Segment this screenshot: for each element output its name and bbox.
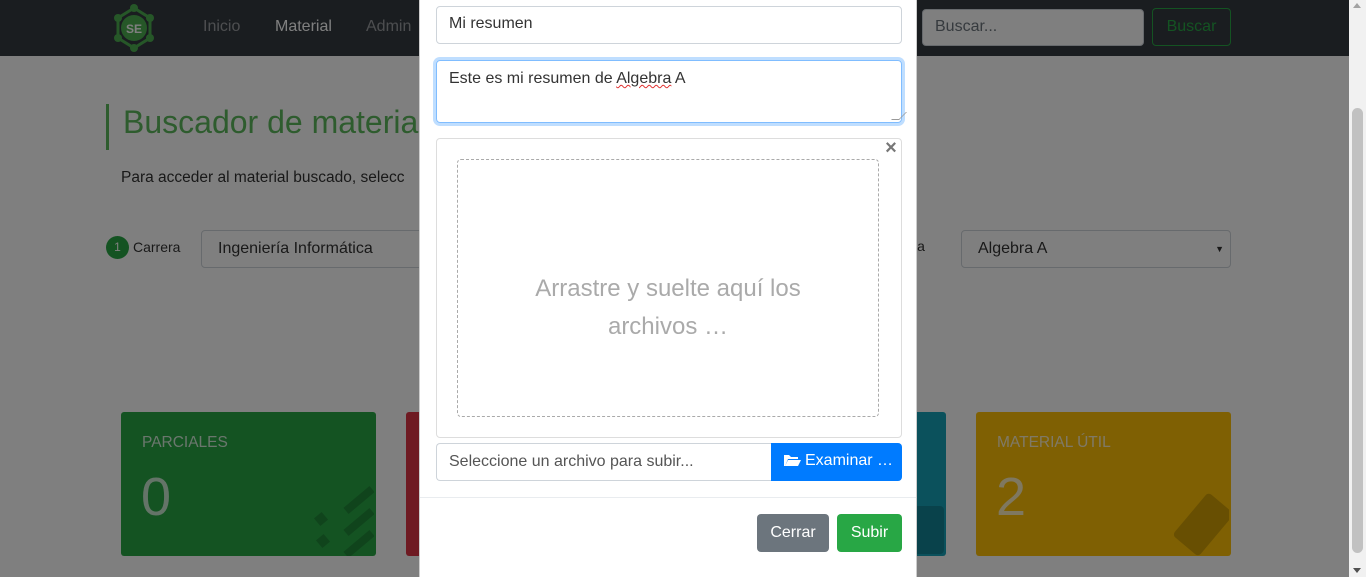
scrollbar[interactable] (1349, 0, 1366, 577)
close-icon[interactable]: × (881, 137, 901, 160)
file-caption-input[interactable]: Seleccione un archivo para subir... (436, 443, 772, 481)
description-text: Este es mi resumen de (449, 70, 617, 87)
folder-open-icon (783, 453, 801, 472)
cancel-button[interactable]: Cerrar (757, 514, 829, 552)
upload-modal: Mi resumen Este es mi resumen de Algebra… (419, 0, 917, 577)
modal-footer-divider (420, 497, 916, 498)
browse-button-label: Examinar … (805, 452, 894, 469)
drop-zone[interactable]: Arrastre y suelte aquí los archivos … (457, 159, 879, 417)
scrollbar-thumb[interactable] (1352, 108, 1363, 553)
submit-button[interactable]: Subir (837, 514, 902, 552)
description-textarea[interactable]: Este es mi resumen de Algebra A (436, 60, 907, 123)
file-drop-panel: × Arrastre y suelte aquí los archivos … (436, 137, 902, 438)
drop-zone-text: Arrastre y suelte aquí los archivos … (535, 275, 801, 340)
scroll-down-arrow-icon[interactable] (1353, 568, 1361, 573)
browse-button[interactable]: Examinar … (771, 443, 902, 481)
scroll-up-arrow-icon[interactable] (1353, 3, 1361, 8)
resize-grip-icon[interactable] (891, 112, 907, 120)
description-text-end: A (671, 70, 686, 87)
title-input[interactable]: Mi resumen (436, 6, 902, 44)
misspelled-word: Algebra (616, 70, 672, 87)
